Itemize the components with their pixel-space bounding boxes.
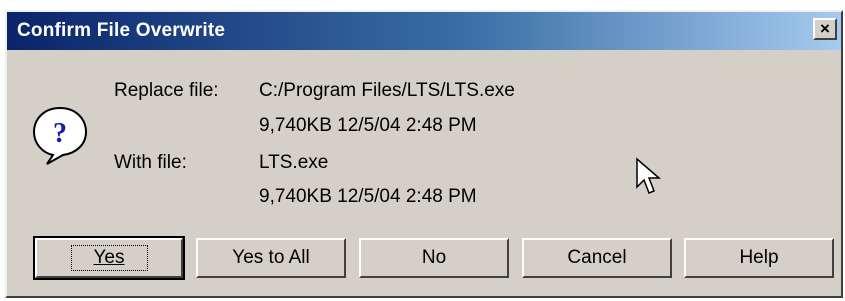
with-file-info: 9,740KB 12/5/04 2:48 PM [259,186,477,207]
yes-label-text: Yes [93,247,125,268]
help-button[interactable]: Help [684,238,834,278]
cancel-label: Cancel [567,247,627,268]
yes-to-all-label: Yes to All [232,247,310,268]
yes-to-all-button[interactable]: Yes to All [196,238,346,278]
no-label: No [421,247,447,268]
close-button[interactable]: × [813,18,837,40]
mouse-pointer-icon [636,157,661,194]
with-file-name: LTS.exe [259,152,329,173]
dialog-title: Confirm File Overwrite [17,20,226,41]
replace-file-info: 9,740KB 12/5/04 2:48 PM [259,115,477,136]
yes-button[interactable]: Yes [33,236,185,280]
help-label: Help [739,247,779,268]
replace-file-path: C:/Program Files/LTS/LTS.exe [259,80,515,101]
question-icon: ? [32,106,88,165]
no-button[interactable]: No [359,238,509,278]
confirm-file-overwrite-dialog: Confirm File Overwrite × ? Replace file:… [5,10,843,298]
title-bar[interactable]: Confirm File Overwrite × [7,12,841,50]
svg-text:?: ? [53,118,67,149]
replace-file-label: Replace file: [114,80,219,101]
with-file-label: With file: [114,152,187,173]
yes-button-label: Yes [70,245,148,271]
cancel-button[interactable]: Cancel [522,238,672,278]
